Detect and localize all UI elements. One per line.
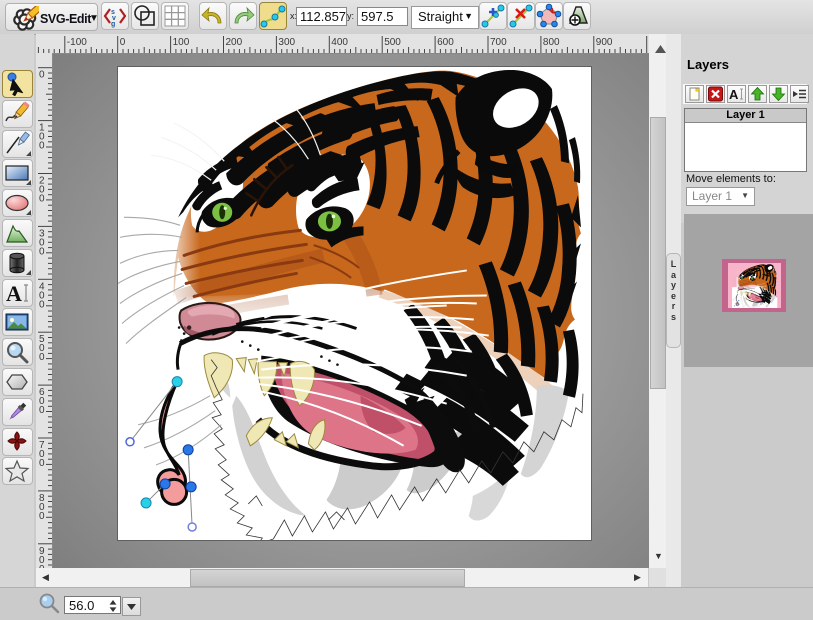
svg-text:200: 200 bbox=[226, 37, 243, 48]
svg-text:300: 300 bbox=[278, 37, 295, 48]
svg-text:0: 0 bbox=[39, 246, 45, 257]
svg-text:700: 700 bbox=[490, 37, 507, 48]
svg-text:0: 0 bbox=[39, 405, 45, 416]
svg-text:800: 800 bbox=[543, 37, 560, 48]
svg-text:-100: -100 bbox=[67, 37, 87, 48]
svg-text:0: 0 bbox=[39, 141, 45, 152]
svg-text:400: 400 bbox=[331, 37, 348, 48]
svg-text:0: 0 bbox=[39, 352, 45, 363]
svg-text:100: 100 bbox=[173, 37, 190, 48]
svg-text:0: 0 bbox=[39, 194, 45, 205]
svg-text:500: 500 bbox=[384, 37, 401, 48]
svg-text:0: 0 bbox=[39, 458, 45, 469]
svg-text:600: 600 bbox=[437, 37, 454, 48]
svg-text:A: A bbox=[729, 87, 739, 102]
svg-text:0: 0 bbox=[120, 37, 126, 48]
svg-text:A: A bbox=[6, 281, 22, 306]
svg-text:900: 900 bbox=[596, 37, 613, 48]
svg-text:0: 0 bbox=[39, 511, 45, 522]
svg-text:0: 0 bbox=[39, 299, 45, 310]
svg-text:0: 0 bbox=[39, 70, 45, 81]
svg-text:g: g bbox=[111, 21, 115, 28]
